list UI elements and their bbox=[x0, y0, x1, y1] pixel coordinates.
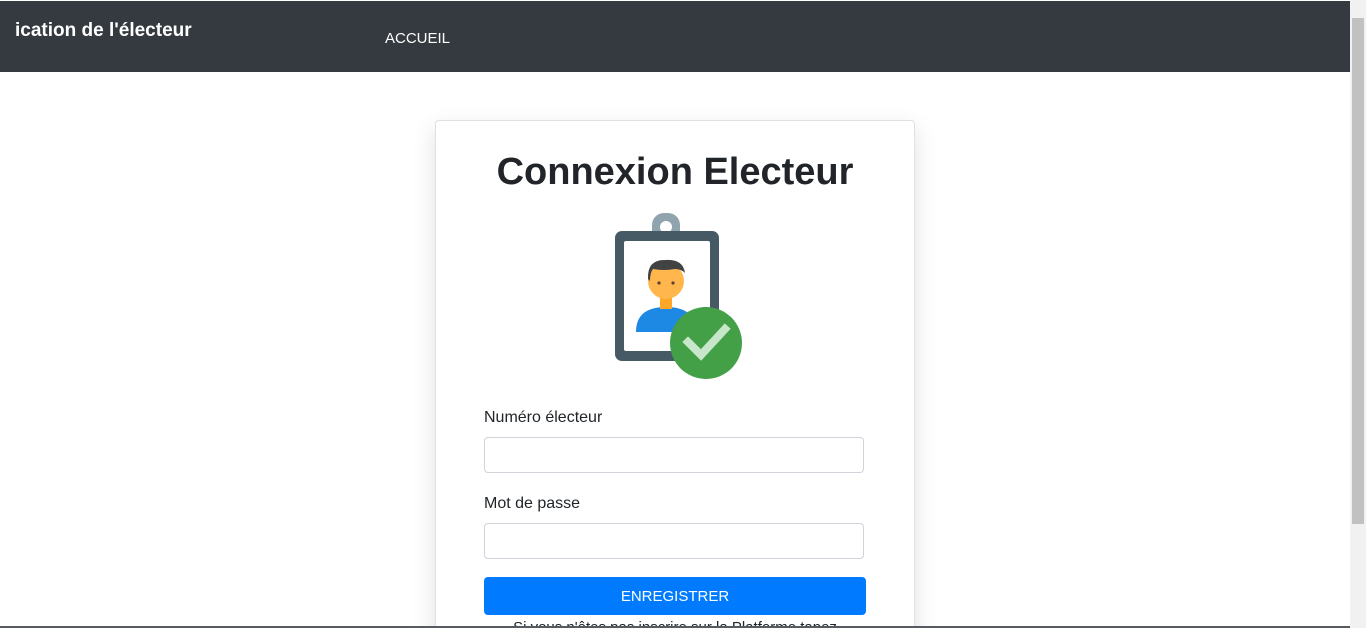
page: ication de l'électeur ACCUEIL Connexion … bbox=[0, 0, 1366, 628]
top-navbar: ication de l'électeur ACCUEIL bbox=[0, 1, 1350, 72]
submit-button[interactable]: ENREGISTRER bbox=[484, 577, 866, 615]
scrollbar-thumb[interactable] bbox=[1352, 18, 1364, 524]
password-label: Mot de passe bbox=[484, 495, 581, 512]
vertical-scrollbar[interactable] bbox=[1350, 0, 1366, 628]
login-card: Connexion Electeur Numéro électeur Mot d… bbox=[435, 120, 915, 628]
page-title: Connexion Electeur bbox=[496, 151, 854, 193]
voter-number-input[interactable] bbox=[484, 437, 864, 473]
nav-link-accueil[interactable]: ACCUEIL bbox=[385, 30, 450, 47]
password-input[interactable] bbox=[484, 523, 864, 559]
voter-id-badge-check-icon bbox=[615, 213, 742, 379]
voter-number-label: Numéro électeur bbox=[484, 409, 603, 426]
site-brand[interactable]: ication de l'électeur bbox=[15, 20, 192, 42]
